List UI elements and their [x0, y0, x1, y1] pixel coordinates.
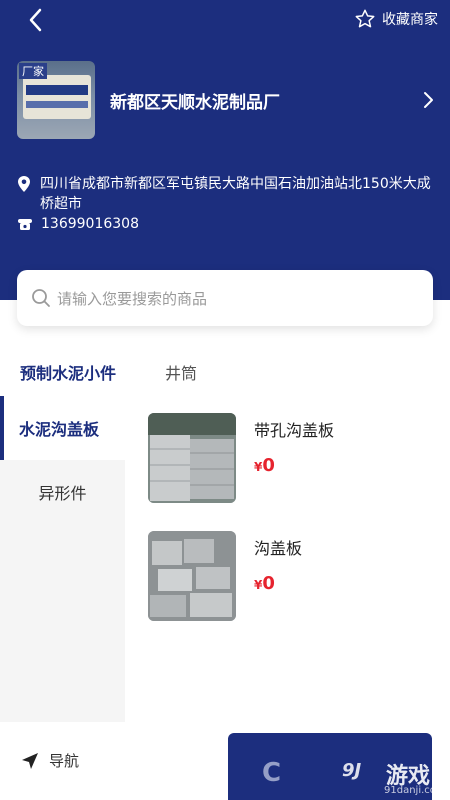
product-image — [148, 531, 236, 621]
sidebar-item-special-shape[interactable]: 异形件 — [0, 460, 125, 524]
product-image — [148, 413, 236, 503]
tab-well-shaft[interactable]: 井筒 — [165, 360, 197, 384]
phone-number: 13699016308 — [41, 216, 139, 232]
product-price: ¥0 — [254, 455, 275, 476]
shop-name: 新都区天顺水泥制品厂 — [110, 92, 280, 113]
product-item[interactable]: 沟盖板 ¥0 — [148, 531, 438, 621]
location-pin-icon — [18, 176, 30, 192]
shop-address: 四川省成都市新都区军屯镇民大路中国石油加油站北150米大成桥超市 — [17, 174, 437, 214]
favorite-shop-button[interactable]: 收藏商家 — [354, 8, 438, 30]
tab-precast-cement-parts[interactable]: 预制水泥小件 — [20, 360, 116, 384]
address-text: 四川省成都市新都区军屯镇民大路中国石油加油站北150米大成桥超市 — [40, 176, 431, 212]
bottom-bar: 导航 — [0, 722, 450, 800]
product-name: 沟盖板 — [254, 539, 303, 558]
logo-tag: 厂家 — [19, 63, 47, 79]
product-price: ¥0 — [254, 573, 275, 594]
navigate-label: 导航 — [49, 752, 80, 770]
logo-signboard — [23, 75, 91, 119]
watermark-brand-number: 9J — [342, 760, 362, 781]
search-placeholder: 请输入您要搜索的商品 — [57, 289, 208, 308]
subcategory-sidebar: 水泥沟盖板 异形件 — [0, 396, 125, 722]
shop-header: 收藏商家 厂家 新都区天顺水泥制品厂 四川省成都市新都区军屯镇民大路中国石油加油… — [0, 0, 450, 300]
product-name: 带孔沟盖板 — [254, 421, 335, 440]
shop-info-row[interactable]: 厂家 新都区天顺水泥制品厂 — [17, 60, 442, 140]
favorite-label: 收藏商家 — [382, 12, 438, 28]
product-search-bar[interactable]: 请输入您要搜索的商品 — [17, 270, 433, 326]
shop-logo: 厂家 — [17, 61, 95, 139]
shop-phone[interactable]: 13699016308 — [17, 216, 139, 232]
watermark-site: 91danji.com — [384, 785, 446, 796]
star-icon — [355, 9, 375, 28]
back-icon[interactable] — [22, 6, 50, 34]
category-tabs: 预制水泥小件 井筒 — [0, 352, 450, 388]
navigate-button[interactable]: 导航 — [20, 750, 79, 771]
sidebar-item-cement-trench-cover[interactable]: 水泥沟盖板 — [0, 396, 125, 460]
chevron-right-icon — [424, 92, 433, 108]
search-icon — [32, 289, 50, 307]
product-item[interactable]: 带孔沟盖板 ¥0 — [148, 413, 438, 503]
phone-icon — [18, 219, 32, 230]
watermark-letter: C — [262, 758, 282, 788]
navigation-arrow-icon — [22, 752, 38, 769]
